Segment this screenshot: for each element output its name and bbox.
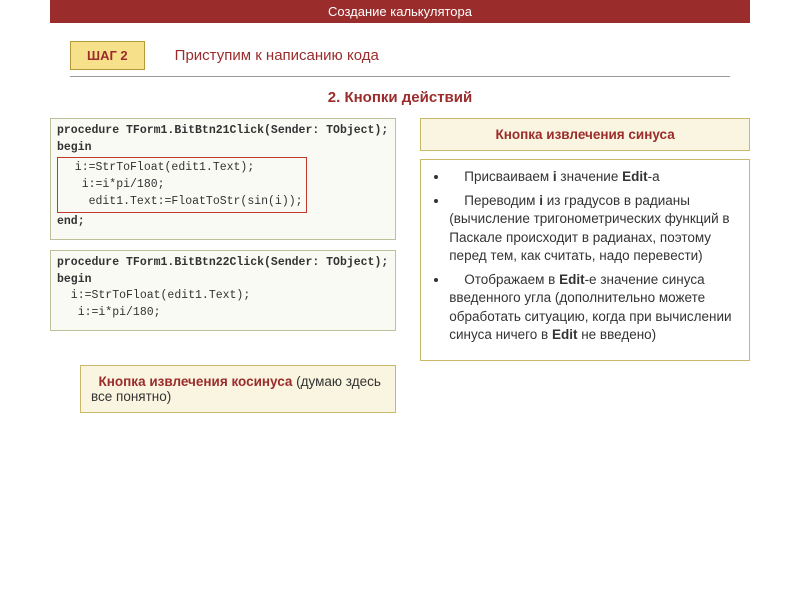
- step-row: ШАГ 2 Приступим к написанию кода: [70, 41, 730, 70]
- code-line: i:=StrToFloat(edit1.Text);: [57, 289, 250, 302]
- code-line: i:=i*pi/180;: [57, 306, 161, 319]
- callout-cos: Кнопка извлечения косинуса (думаю здесь …: [80, 365, 396, 413]
- code-line: end;: [57, 215, 85, 228]
- section-title: 2. Кнопки действий: [0, 89, 800, 106]
- callout-sin: Кнопка извлечения синуса: [420, 118, 750, 151]
- code-block-cos: procedure TForm1.BitBtn22Click(Sender: T…: [50, 250, 396, 331]
- divider: [70, 76, 730, 77]
- code-line: procedure TForm1.BitBtn21Click(Sender: T…: [57, 124, 388, 137]
- page-header: Создание калькулятора: [50, 0, 750, 23]
- code-line: procedure TForm1.BitBtn22Click(Sender: T…: [57, 256, 388, 269]
- code-block-sin: procedure TForm1.BitBtn21Click(Sender: T…: [50, 118, 396, 240]
- callout-cos-lead: Кнопка извлечения косинуса: [99, 374, 293, 389]
- code-highlight: i:=StrToFloat(edit1.Text); i:=i*pi/180; …: [57, 157, 307, 213]
- notes-box: Присваиваем i значение Edit-а Переводим …: [420, 159, 750, 361]
- note-item: Присваиваем i значение Edit-а: [449, 168, 739, 186]
- step-text: Приступим к написанию кода: [175, 47, 379, 64]
- note-item: Отображаем в Edit-е значение синуса введ…: [449, 271, 739, 344]
- step-badge: ШАГ 2: [70, 41, 145, 70]
- code-line: begin: [57, 141, 92, 154]
- note-item: Переводим i из градусов в радианы (вычис…: [449, 192, 739, 265]
- callout-sin-text: Кнопка извлечения синуса: [495, 127, 674, 142]
- code-line: begin: [57, 273, 92, 286]
